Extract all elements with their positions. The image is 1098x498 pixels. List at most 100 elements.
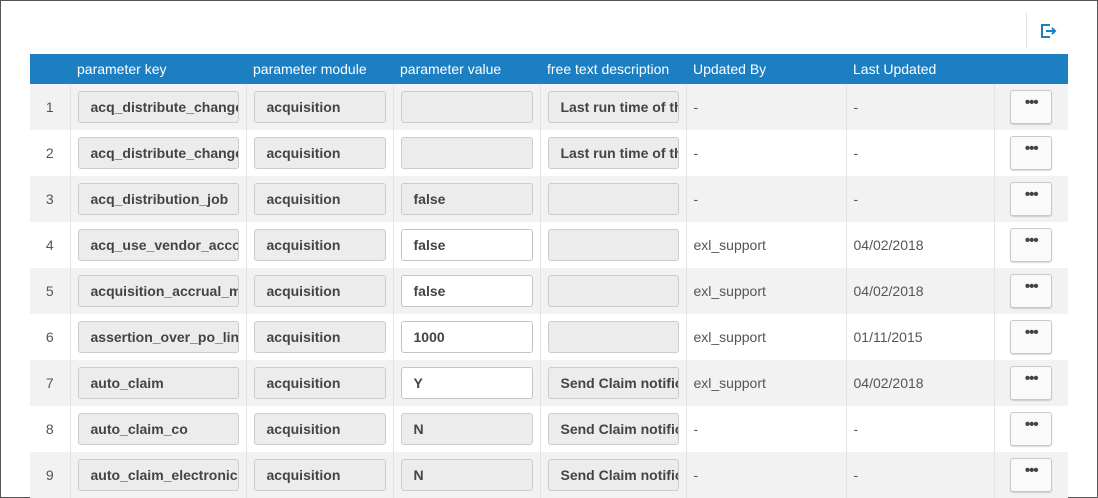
row-actions-button[interactable]: ••• <box>1010 182 1053 216</box>
header-actions <box>994 54 1068 84</box>
cell-actions: ••• <box>994 222 1068 268</box>
header-last-updated[interactable]: Last Updated <box>846 54 994 84</box>
cell-parameter-key: acq_distribute_change <box>70 84 247 130</box>
parameter-value-field[interactable]: false <box>400 229 533 261</box>
table-row: 4 acq_use_vendor_account acquisition fal… <box>30 222 1068 268</box>
cell-parameter-module: acquisition <box>246 130 394 176</box>
cell-parameter-key: acq_use_vendor_account <box>70 222 247 268</box>
parameter-module-field: acquisition <box>253 413 386 445</box>
cell-updated-by: exl_support <box>686 268 847 314</box>
cell-last-updated: 04/02/2018 <box>846 222 995 268</box>
description-field <box>547 321 679 353</box>
cell-parameter-key: auto_claim_electronic <box>70 452 247 498</box>
cell-parameter-module: acquisition <box>246 360 394 406</box>
cell-last-updated: 01/11/2015 <box>846 314 995 360</box>
parameter-module-field: acquisition <box>253 229 386 261</box>
row-actions-button[interactable]: ••• <box>1010 320 1053 354</box>
parameter-key-field: auto_claim_co <box>77 413 239 445</box>
table-row: 1 acq_distribute_change acquisition Last… <box>30 84 1068 130</box>
cell-parameter-module: acquisition <box>246 452 394 498</box>
row-number: 6 <box>30 314 71 360</box>
row-actions-button[interactable]: ••• <box>1010 136 1053 170</box>
cell-parameter-module: acquisition <box>246 406 394 452</box>
parameter-value-field: false <box>400 183 533 215</box>
export-icon <box>1041 24 1057 38</box>
row-number: 9 <box>30 452 71 498</box>
parameter-module-field: acquisition <box>253 459 386 491</box>
cell-updated-by: - <box>686 452 847 498</box>
parameter-module-field: acquisition <box>253 183 386 215</box>
cell-parameter-key: acquisition_accrual_mode <box>70 268 247 314</box>
table-header-row: parameter key parameter module parameter… <box>30 54 1068 84</box>
cell-parameter-value: N <box>393 452 541 498</box>
header-parameter-value[interactable]: parameter value <box>393 54 540 84</box>
cell-actions: ••• <box>994 314 1068 360</box>
cell-parameter-module: acquisition <box>246 268 394 314</box>
row-actions-button[interactable]: ••• <box>1010 228 1053 262</box>
cell-parameter-key: assertion_over_po_line <box>70 314 247 360</box>
parameter-value-field[interactable]: false <box>400 275 533 307</box>
description-field <box>547 183 679 215</box>
table-row: 9 auto_claim_electronic acquisition N Se… <box>30 452 1068 498</box>
row-actions-button[interactable]: ••• <box>1010 458 1053 492</box>
header-updated-by[interactable]: Updated By <box>686 54 846 84</box>
cell-free-text-description <box>540 314 687 360</box>
parameter-value-field: N <box>400 459 533 491</box>
header-parameter-key[interactable]: parameter key <box>70 54 246 84</box>
cell-parameter-module: acquisition <box>246 176 394 222</box>
description-field: Send Claim notification <box>547 459 679 491</box>
table-row: 8 auto_claim_co acquisition N Send Claim… <box>30 406 1068 452</box>
parameter-value-field: N <box>400 413 533 445</box>
row-number: 8 <box>30 406 71 452</box>
export-button[interactable] <box>1026 13 1069 49</box>
cell-updated-by: - <box>686 84 847 130</box>
row-actions-button[interactable]: ••• <box>1010 274 1053 308</box>
description-field <box>547 275 679 307</box>
header-parameter-module[interactable]: parameter module <box>246 54 393 84</box>
cell-free-text-description: Send Claim notification <box>540 406 687 452</box>
row-number: 5 <box>30 268 71 314</box>
cell-actions: ••• <box>994 268 1068 314</box>
cell-free-text-description <box>540 222 687 268</box>
cell-free-text-description: Send Claim notification <box>540 452 687 498</box>
cell-last-updated: 04/02/2018 <box>846 268 995 314</box>
description-field: Send Claim notification <box>547 367 679 399</box>
row-actions-button[interactable]: ••• <box>1010 366 1053 400</box>
table-row: 3 acq_distribution_job acquisition false… <box>30 176 1068 222</box>
parameter-value-field[interactable]: Y <box>400 367 533 399</box>
cell-actions: ••• <box>994 452 1068 498</box>
parameter-key-field: acq_distribute_change <box>77 137 239 169</box>
cell-last-updated: - <box>846 176 995 222</box>
parameter-value-field[interactable]: 1000 <box>400 321 533 353</box>
row-actions-button[interactable]: ••• <box>1010 90 1053 124</box>
cell-updated-by: - <box>686 406 847 452</box>
parameter-module-field: acquisition <box>253 275 386 307</box>
row-number: 7 <box>30 360 71 406</box>
cell-updated-by: - <box>686 130 847 176</box>
cell-actions: ••• <box>994 360 1068 406</box>
cell-actions: ••• <box>994 406 1068 452</box>
parameters-table: parameter key parameter module parameter… <box>30 54 1068 498</box>
header-free-text-description[interactable]: free text description <box>540 54 686 84</box>
cell-updated-by: exl_support <box>686 222 847 268</box>
cell-actions: ••• <box>994 84 1068 130</box>
cell-last-updated: - <box>846 452 995 498</box>
row-actions-button[interactable]: ••• <box>1010 412 1053 446</box>
cell-parameter-key: acq_distribute_change <box>70 130 247 176</box>
parameter-value-field <box>400 91 533 123</box>
cell-free-text-description <box>540 176 687 222</box>
cell-actions: ••• <box>994 176 1068 222</box>
table-row: 5 acquisition_accrual_mode acquisition f… <box>30 268 1068 314</box>
cell-parameter-key: auto_claim_co <box>70 406 247 452</box>
cell-parameter-value: false <box>393 268 541 314</box>
cell-updated-by: exl_support <box>686 314 847 360</box>
cell-last-updated: - <box>846 84 995 130</box>
cell-parameter-value: false <box>393 222 541 268</box>
table-row: 6 assertion_over_po_line acquisition 100… <box>30 314 1068 360</box>
row-number: 4 <box>30 222 71 268</box>
cell-last-updated: - <box>846 406 995 452</box>
parameter-value-field <box>400 137 533 169</box>
cell-last-updated: - <box>846 130 995 176</box>
cell-parameter-value <box>393 84 541 130</box>
parameter-key-field: assertion_over_po_line <box>77 321 239 353</box>
